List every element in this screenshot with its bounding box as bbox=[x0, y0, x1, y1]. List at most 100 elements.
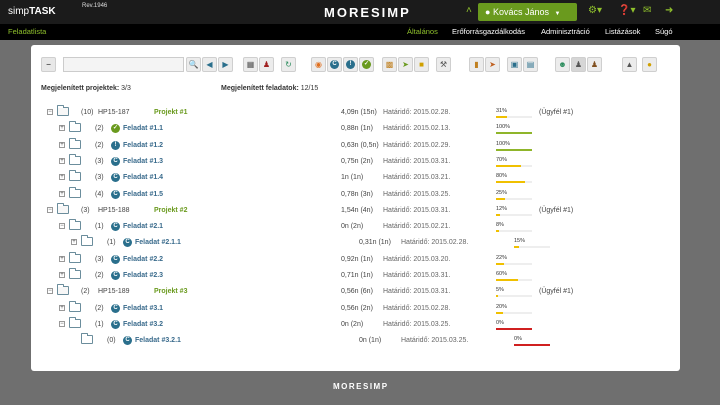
lock-icon[interactable]: ■ bbox=[414, 57, 429, 72]
chevron-down-icon: ▼ bbox=[554, 11, 561, 17]
collapse-all-button[interactable]: − bbox=[41, 57, 56, 72]
project-name[interactable]: Projekt #1 bbox=[154, 109, 187, 116]
prev-icon[interactable]: ◀ bbox=[202, 57, 217, 72]
task-row[interactable]: + (2) C Feladat #2.3 0,71n (1n) Határidő: 201… bbox=[31, 268, 680, 288]
task-name[interactable]: Feladat #3.1 bbox=[123, 305, 163, 312]
nav-item-listazasok[interactable]: Listázások bbox=[605, 27, 640, 36]
window-icon[interactable]: ▣ bbox=[507, 57, 522, 72]
task-name[interactable]: Feladat #2.3 bbox=[123, 272, 163, 279]
expand-toggle-icon[interactable]: + bbox=[59, 157, 65, 164]
filter-warn-icon[interactable]: ! bbox=[343, 57, 358, 72]
due-date: Határidő: 2015.03.21. bbox=[383, 174, 451, 182]
progress-label: 60% bbox=[496, 271, 508, 277]
trash-icon[interactable]: ▲ bbox=[622, 57, 637, 72]
filter-done-icon[interactable]: ✓ bbox=[359, 57, 374, 72]
next-icon[interactable]: ▶ bbox=[218, 57, 233, 72]
project-row[interactable]: − (10) HP15-187 Projekt #1 4,09n (15n) Határi… bbox=[31, 105, 680, 125]
child-count: (2) bbox=[95, 141, 104, 149]
child-count: (2) bbox=[95, 272, 104, 279]
top-bar: simpTASK Rev.1946 MORESIMP ˄ ● Kovács Já… bbox=[0, 0, 720, 24]
project-code: HP15-187 bbox=[98, 109, 130, 116]
folder-icon bbox=[69, 137, 81, 149]
folder-icon bbox=[57, 202, 69, 214]
task-row[interactable]: + (3) C Feladat #1.4 1n (1n) Határidő: 2015.0… bbox=[31, 170, 680, 190]
expand-toggle-icon[interactable]: − bbox=[47, 288, 53, 295]
chevron-up-icon[interactable]: ˄ bbox=[466, 5, 472, 16]
owner-icon[interactable]: ♟ bbox=[587, 57, 602, 72]
expand-toggle-icon[interactable]: + bbox=[59, 125, 65, 132]
task-name[interactable]: Feladat #3.2 bbox=[123, 321, 163, 328]
progress-label: 5% bbox=[496, 287, 504, 294]
user-menu-button[interactable]: ● Kovács János ▼ bbox=[478, 3, 577, 21]
expand-toggle-icon[interactable]: + bbox=[59, 255, 65, 262]
task-row[interactable]: + (3) C Feladat #2.2 0,92n (1n) Határidő: 201… bbox=[31, 251, 680, 272]
expand-toggle-icon[interactable]: − bbox=[59, 320, 65, 327]
print-icon[interactable]: ▤ bbox=[523, 57, 538, 72]
nav-item-altalanos[interactable]: Általános bbox=[407, 27, 438, 36]
team-icon[interactable]: ☻ bbox=[555, 57, 570, 72]
folder-icon[interactable]: ▮ bbox=[469, 57, 484, 72]
time-estimate: 4,09n (15n) bbox=[341, 109, 377, 116]
time-estimate: 0n (1n) bbox=[359, 337, 382, 345]
nav-item-eroforras[interactable]: Erőforrásgazdálkodás bbox=[452, 27, 525, 36]
task-name[interactable]: Feladat #2.1 bbox=[123, 223, 163, 230]
people-icon[interactable]: ♟ bbox=[259, 57, 274, 72]
task-name[interactable]: Feladat #2.1.1 bbox=[135, 239, 181, 246]
time-estimate: 0,92n (1n) bbox=[341, 255, 373, 263]
task-row[interactable]: + (1) C Feladat #2.1.1 0,31n (1n) Határidő: 2… bbox=[31, 235, 680, 255]
tools-icon[interactable]: ⚒ bbox=[436, 57, 451, 72]
nav-item-admin[interactable]: Adminisztráció bbox=[541, 27, 590, 36]
export-icon[interactable]: ➤ bbox=[485, 57, 500, 72]
archive-icon[interactable]: ▩ bbox=[382, 57, 397, 72]
toolbar: − 🔍 ◀ ▶ ▦ ♟ ↻ ◉ C ! ✓ ▩ ➤ ■ ⚒ ▮ ➤ ▣ ▤ ☻ … bbox=[41, 57, 671, 73]
notes-icon[interactable]: ● bbox=[642, 57, 657, 72]
mail-icon[interactable]: ✉ bbox=[643, 5, 651, 16]
expand-toggle-icon[interactable]: + bbox=[59, 190, 65, 197]
time-estimate: 0,75n (2n) bbox=[341, 157, 373, 165]
folder-icon bbox=[69, 316, 81, 328]
refresh-icon[interactable]: ↻ bbox=[281, 57, 296, 72]
task-row[interactable]: + (3) C Feladat #1.3 0,75n (2n) Határidő: 201… bbox=[31, 153, 680, 174]
task-name[interactable]: Feladat #1.5 bbox=[123, 191, 163, 198]
expand-toggle-icon[interactable]: + bbox=[59, 174, 65, 181]
filter-progress-icon[interactable]: C bbox=[327, 57, 342, 72]
task-row[interactable]: − (1) C Feladat #2.1 0n (2n) Határidő: 2015.0… bbox=[31, 219, 680, 239]
expand-toggle-icon[interactable]: + bbox=[71, 239, 77, 246]
task-name[interactable]: Feladat #1.3 bbox=[123, 158, 163, 165]
person-filter-icon[interactable]: ♟ bbox=[571, 57, 586, 72]
expand-toggle-icon[interactable]: + bbox=[59, 141, 65, 148]
task-row[interactable]: + (2) ✓ Feladat #1.1 0,88n (1n) Határidő: 201… bbox=[31, 121, 680, 141]
project-row[interactable]: − (2) HP15-189 Projekt #3 0,56n (6n) Határidő… bbox=[31, 284, 680, 304]
expand-toggle-icon[interactable]: − bbox=[59, 223, 65, 230]
logout-icon[interactable]: ➜ bbox=[665, 5, 673, 16]
expand-toggle-icon[interactable]: − bbox=[47, 109, 53, 115]
gear-icon[interactable]: ⚙▾ bbox=[588, 5, 602, 16]
expand-toggle-icon[interactable]: − bbox=[47, 206, 53, 213]
nav-item-sugo[interactable]: Súgó bbox=[655, 27, 673, 36]
task-name[interactable]: Feladat #3.2.1 bbox=[135, 337, 181, 344]
task-name[interactable]: Feladat #1.2 bbox=[123, 142, 163, 149]
expand-toggle-icon[interactable]: + bbox=[59, 304, 65, 311]
task-name[interactable]: Feladat #1.1 bbox=[123, 125, 163, 132]
task-row[interactable]: + (2)! Feladat #1.2 0,63n (0,5n) Határidő: 2… bbox=[31, 137, 680, 158]
task-name[interactable]: Feladat #2.2 bbox=[123, 256, 163, 263]
filter-stop-icon[interactable]: ◉ bbox=[311, 57, 326, 72]
progress-icon: C bbox=[123, 238, 132, 248]
task-row[interactable]: − (1) C Feladat #3.2 0n (2n) Határidő: 2015.0… bbox=[31, 316, 680, 337]
progress-label: 22% bbox=[496, 254, 508, 261]
project-name[interactable]: Projekt #2 bbox=[154, 207, 187, 214]
project-row[interactable]: − (3) HP15-188 Projekt #2 1,54n (4n) Határidő… bbox=[31, 202, 680, 223]
search-input[interactable] bbox=[63, 57, 184, 72]
task-row[interactable]: + (4) C Feladat #1.5 0,78n (3n) Határidő: 201… bbox=[31, 186, 680, 207]
grid-icon[interactable]: ▦ bbox=[243, 57, 258, 72]
expand-toggle-icon[interactable]: + bbox=[59, 272, 65, 278]
task-row[interactable]: + (2) C Feladat #3.1 0,56n (2n) Határidő: 201… bbox=[31, 300, 680, 321]
search-icon[interactable]: 🔍 bbox=[186, 57, 201, 72]
project-name[interactable]: Projekt #3 bbox=[154, 288, 187, 295]
help-icon[interactable]: ❓▾ bbox=[618, 5, 635, 16]
task-row[interactable]: +(0)CFeladat #3.2.10n (1n)Határidő: 2015… bbox=[31, 333, 680, 353]
forward-icon[interactable]: ➤ bbox=[398, 57, 413, 72]
task-name[interactable]: Feladat #1.4 bbox=[123, 174, 163, 181]
time-estimate: 0,56n (6n) bbox=[341, 288, 373, 296]
page-title[interactable]: Feladatlista bbox=[8, 27, 46, 36]
